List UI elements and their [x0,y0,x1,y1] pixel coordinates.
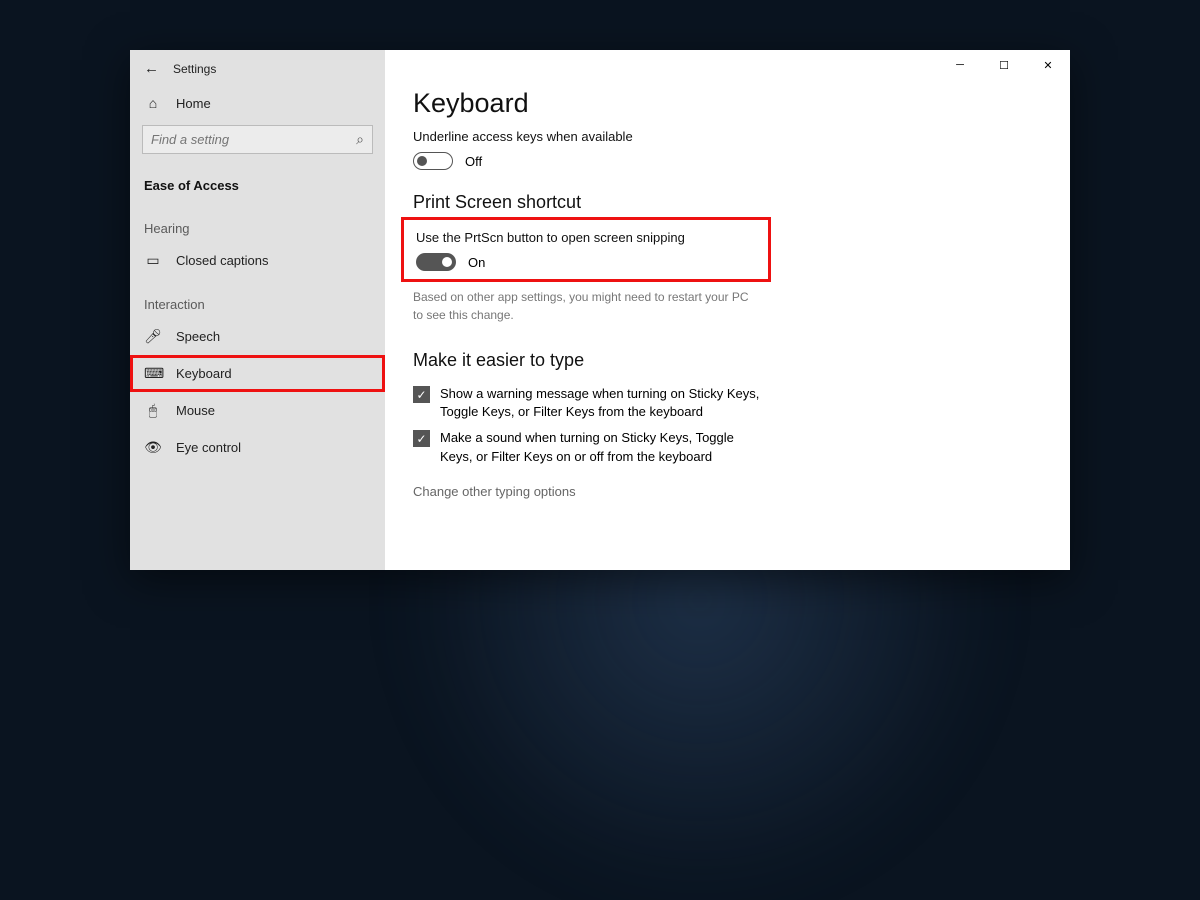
sidebar-item-label: Home [176,96,211,111]
sidebar-item-label: Mouse [176,403,215,418]
minimize-button[interactable]: ─ [938,50,982,80]
checkbox-icon[interactable]: ✓ [413,386,430,403]
underline-label: Underline access keys when available [413,129,1042,144]
prtscn-state: On [468,255,485,270]
maximize-button[interactable]: ☐ [982,50,1026,80]
checkbox-label: Make a sound when turning on Sticky Keys… [440,429,763,465]
sidebar-item-label: Keyboard [176,366,232,381]
sidebar: ← Settings ⌂ Home ⌕ Ease of Access Heari… [130,50,385,570]
search-box[interactable]: ⌕ [142,125,373,154]
typing-heading: Make it easier to type [413,350,1042,371]
page-heading: Keyboard [413,88,1042,119]
prtscn-heading: Print Screen shortcut [413,192,1042,213]
group-interaction: Interaction [130,279,385,318]
checkbox-icon[interactable]: ✓ [413,430,430,447]
microphone-icon: 🎤︎ [144,328,162,345]
prtscn-highlight-box: Use the PrtScn button to open screen sni… [401,217,771,282]
search-icon: ⌕ [356,131,364,148]
close-button[interactable]: ✕ [1026,50,1070,80]
titlebar: ← Settings [130,50,385,85]
window-title: Settings [173,62,216,76]
checkbox-label: Show a warning message when turning on S… [440,385,763,421]
typing-check-sound[interactable]: ✓ Make a sound when turning on Sticky Ke… [413,429,763,465]
cc-icon: ▭ [144,252,162,269]
sidebar-item-eye-control[interactable]: 👁︎ Eye control [130,429,385,466]
typing-options-link[interactable]: Change other typing options [413,484,1042,499]
underline-toggle[interactable] [413,152,453,170]
underline-state: Off [465,154,482,169]
eye-icon: 👁︎ [144,439,162,456]
sidebar-item-closed-captions[interactable]: ▭ Closed captions [130,242,385,279]
prtscn-toggle[interactable] [416,253,456,271]
settings-window: ─ ☐ ✕ ← Settings ⌂ Home ⌕ Ease of Access… [130,50,1070,570]
sidebar-item-label: Speech [176,329,220,344]
typing-check-warning[interactable]: ✓ Show a warning message when turning on… [413,385,763,421]
sidebar-item-keyboard[interactable]: ⌨ Keyboard [130,355,385,392]
sidebar-item-label: Eye control [176,440,241,455]
content-panel: Keyboard Underline access keys when avai… [385,50,1070,570]
sidebar-item-speech[interactable]: 🎤︎ Speech [130,318,385,355]
category-title: Ease of Access [130,158,385,203]
sidebar-item-label: Closed captions [176,253,269,268]
sidebar-item-mouse[interactable]: 🖱︎ Mouse [130,392,385,429]
window-controls: ─ ☐ ✕ [938,50,1070,80]
home-icon: ⌂ [144,95,162,111]
keyboard-icon: ⌨ [144,365,162,382]
group-hearing: Hearing [130,203,385,242]
prtscn-toggle-row: On [416,253,756,271]
prtscn-hint: Based on other app settings, you might n… [413,288,753,324]
prtscn-label: Use the PrtScn button to open screen sni… [416,230,756,245]
back-arrow-icon[interactable]: ← [144,60,159,77]
search-input[interactable] [151,132,356,147]
mouse-icon: 🖱︎ [144,402,162,419]
underline-toggle-row: Off [413,152,1042,170]
sidebar-item-home[interactable]: ⌂ Home [130,85,385,121]
